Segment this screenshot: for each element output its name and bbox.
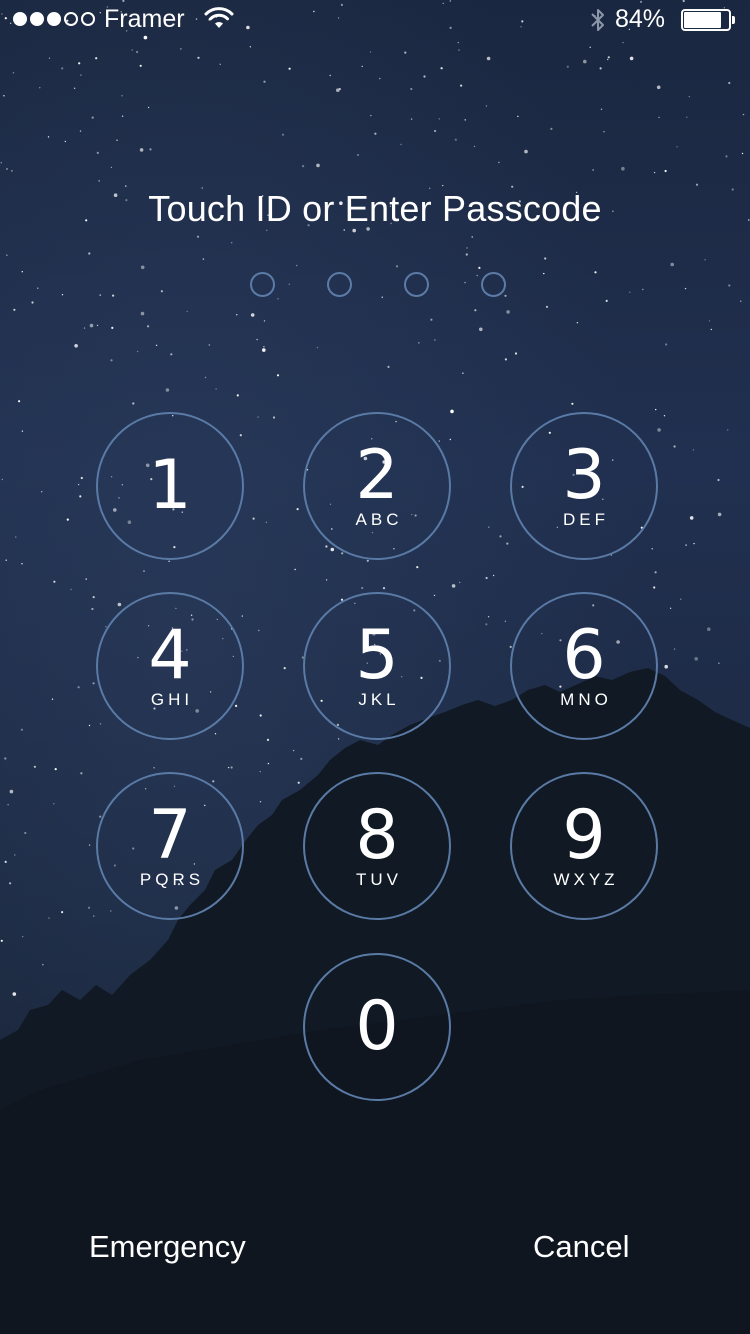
key-digit: 8 (355, 796, 399, 875)
keypad-key-9[interactable]: 9 WXYZ (510, 772, 658, 920)
emergency-button[interactable]: Emergency (89, 1229, 246, 1265)
keypad-key-8[interactable]: 8 TUV (303, 772, 451, 920)
battery-level-fill (684, 12, 721, 28)
key-letters: TUV (356, 870, 402, 889)
signal-strength-indicator (13, 12, 95, 26)
signal-dot (13, 12, 27, 26)
keypad-key-0[interactable]: 0 (303, 953, 451, 1101)
battery-percentage: 84% (615, 5, 666, 33)
carrier-name: Framer (104, 5, 185, 33)
key-digit: 0 (355, 987, 399, 1066)
keypad-key-6[interactable]: 6 MNO (510, 592, 658, 740)
key-digit: 4 (148, 616, 192, 695)
key-digit: 1 (148, 446, 192, 525)
key-letters: JKL (358, 690, 400, 709)
cancel-button[interactable]: Cancel (533, 1229, 630, 1265)
keypad-key-4[interactable]: 4 GHI (96, 592, 244, 740)
signal-dot (30, 12, 44, 26)
key-letters: MNO (560, 690, 612, 709)
numeric-keypad: 1 2 ABC 3 DEF 4 GHI 5 JKL 6 MNO 7 PQRS 8 TUV 9 WXYZ 0 (0, 0, 750, 1334)
key-digit: 3 (562, 436, 606, 515)
keypad-key-5[interactable]: 5 JKL (303, 592, 451, 740)
key-letters: PQRS (139, 870, 205, 889)
key-digit: 2 (355, 436, 399, 515)
keypad-key-1[interactable]: 1 (96, 412, 244, 560)
status-bar: Framer 84% (0, 0, 750, 40)
wifi-icon (204, 7, 234, 28)
key-letters: ABC (355, 510, 403, 529)
key-digit: 5 (355, 616, 399, 695)
signal-dot (64, 12, 78, 26)
key-letters: DEF (563, 510, 609, 529)
signal-dot (81, 12, 95, 26)
signal-dot (47, 12, 61, 26)
bluetooth-icon (591, 9, 604, 31)
keypad-key-3[interactable]: 3 DEF (510, 412, 658, 560)
battery-icon (681, 9, 735, 31)
keypad-key-2[interactable]: 2 ABC (303, 412, 451, 560)
key-digit: 6 (562, 616, 606, 695)
key-letters: GHI (150, 690, 194, 709)
key-digit: 9 (562, 796, 606, 875)
keypad-key-7[interactable]: 7 PQRS (96, 772, 244, 920)
key-letters: WXYZ (553, 870, 619, 889)
key-digit: 7 (148, 796, 192, 875)
